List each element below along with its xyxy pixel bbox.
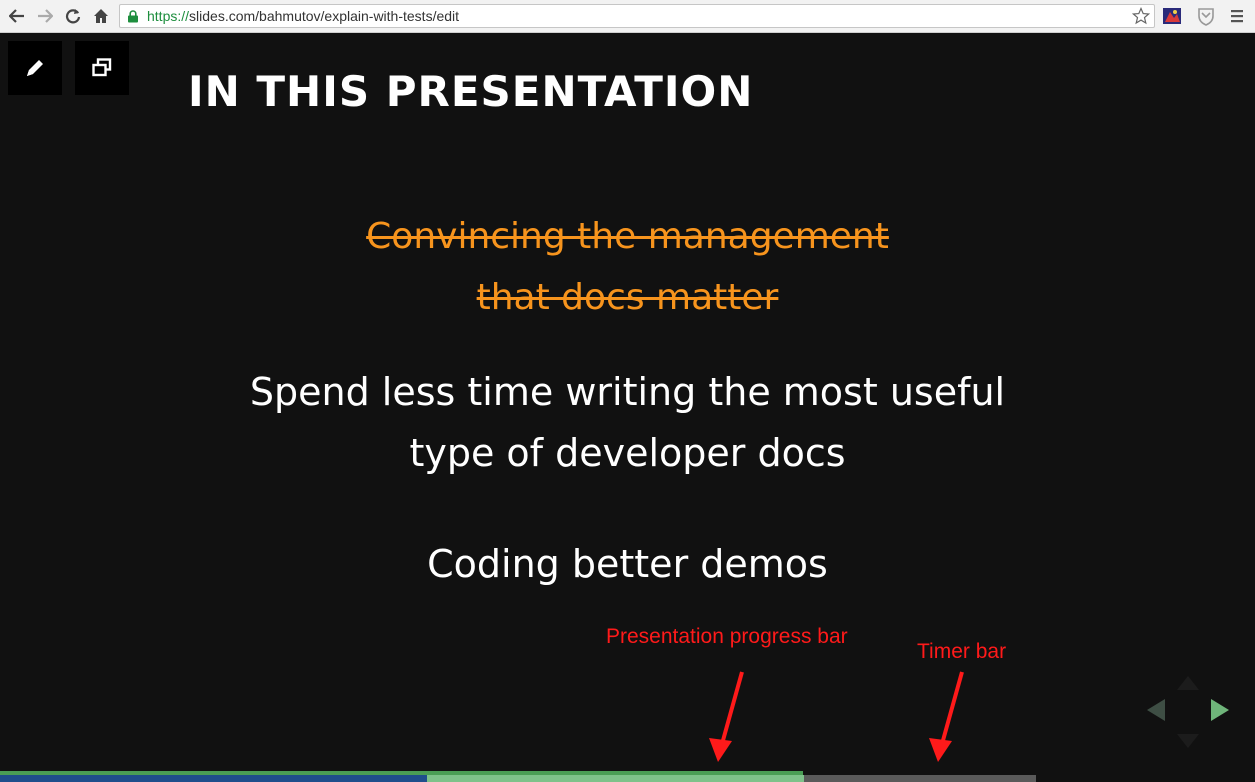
struck-line-1: Convincing the management	[366, 216, 889, 257]
url-text: https://slides.com/bahmutov/explain-with…	[147, 8, 459, 24]
back-arrow-icon	[9, 9, 24, 23]
progress-bar-annotation: Presentation progress bar	[606, 625, 848, 648]
home-icon	[94, 9, 108, 23]
nav-right-icon[interactable]	[1207, 697, 1233, 723]
point-2: Coding better demos	[427, 542, 828, 586]
point-1-line-2: type of developer docs	[409, 431, 846, 475]
forward-button[interactable]	[34, 6, 56, 26]
lock-icon	[128, 10, 138, 23]
overlapping-windows-icon	[92, 58, 112, 77]
timer-bar	[0, 775, 427, 782]
struck-line-2: that docs matter	[476, 277, 779, 318]
nav-up-icon[interactable]	[1175, 670, 1201, 696]
reload-button[interactable]	[62, 6, 84, 26]
home-button[interactable]	[90, 6, 112, 26]
nav-left-icon[interactable]	[1143, 697, 1169, 723]
browser-toolbar: https://slides.com/bahmutov/explain-with…	[0, 0, 1255, 33]
timer-bar-annotation: Timer bar	[917, 640, 1007, 663]
url-path: slides.com/bahmutov/explain-with-tests/e…	[189, 8, 460, 24]
forward-arrow-icon	[38, 9, 53, 23]
extension-icon[interactable]	[1162, 6, 1182, 26]
slide-title: IN THIS PRESENTATION	[188, 67, 754, 116]
bookmark-star-icon[interactable]	[1132, 7, 1150, 25]
timer-bar-elapsed	[427, 775, 804, 782]
pen-icon	[27, 60, 43, 76]
point-1-line-1: Spend less time writing the most useful	[249, 370, 1006, 414]
nav-down-icon[interactable]	[1175, 728, 1201, 754]
presentation-progress-bar	[0, 771, 803, 775]
back-button[interactable]	[6, 6, 28, 26]
shield-extension-icon[interactable]	[1196, 6, 1216, 26]
url-scheme: https://	[147, 8, 190, 24]
fullscreen-button[interactable]	[75, 41, 129, 95]
browser-menu-icon[interactable]	[1230, 8, 1244, 24]
edit-slide-button[interactable]	[8, 41, 62, 95]
address-bar[interactable]: https://slides.com/bahmutov/explain-with…	[119, 4, 1155, 28]
reload-icon	[65, 9, 81, 24]
